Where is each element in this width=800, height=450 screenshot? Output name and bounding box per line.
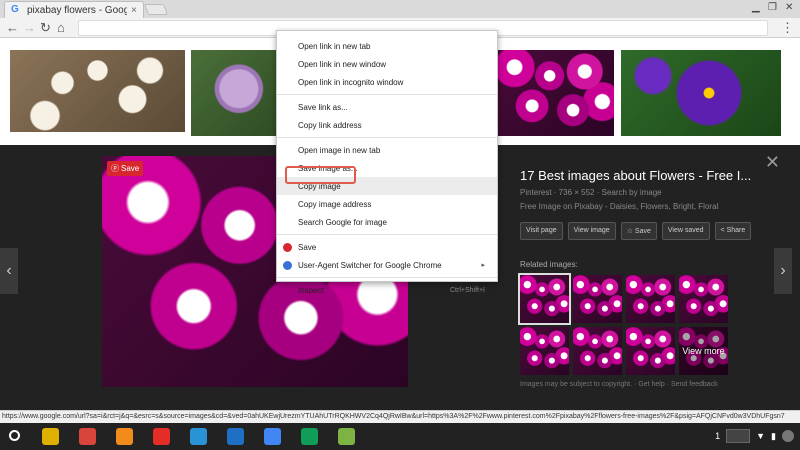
android-app-icon[interactable] [338, 428, 355, 445]
context-menu-item[interactable]: Open link in new tab [277, 37, 497, 55]
context-menu: Open link in new tab Open link in new win… [276, 30, 498, 295]
result-thumbnail[interactable] [191, 50, 278, 136]
result-meta: Pinterest · 736 × 552 · Search by image [520, 188, 662, 197]
related-image[interactable] [626, 327, 675, 375]
status-bar-url: https://www.google.com/url?sa=i&rct=j&q=… [0, 410, 800, 423]
back-icon[interactable]: ← [6, 20, 19, 35]
related-image[interactable] [626, 275, 675, 323]
tab-title: pixabay flowers - Google [27, 4, 127, 16]
close-window-icon[interactable]: ✕ [785, 2, 793, 13]
os-shelf: 1 ▼ ▮ [0, 423, 800, 450]
copy-image-highlight [285, 166, 356, 184]
wifi-icon: ▼ [756, 431, 766, 441]
related-image[interactable] [573, 327, 622, 375]
view-more-label: View more [679, 327, 728, 375]
maximize-icon[interactable]: ❐ [768, 2, 777, 13]
browser-tab[interactable]: G pixabay flowers - Google × [4, 1, 144, 18]
launcher-icon[interactable] [9, 430, 20, 441]
context-menu-item[interactable]: Search Google for image [277, 213, 497, 231]
new-tab-button[interactable] [143, 4, 169, 15]
context-menu-item-label: Open link in incognito window [298, 77, 404, 87]
pinterest-save-badge[interactable]: ⓟ Save [107, 161, 144, 176]
youtube-icon[interactable] [153, 428, 170, 445]
view-saved-button[interactable]: View saved [661, 222, 710, 240]
reload-icon[interactable]: ↻ [40, 20, 51, 36]
view-more-tile[interactable]: View more [679, 327, 728, 375]
globe-icon [283, 260, 292, 270]
context-menu-item-label: Save [298, 242, 317, 252]
context-menu-item[interactable]: Copy link address [277, 116, 497, 134]
shortcut-hint: Ctrl+Shift+I [449, 286, 485, 294]
menu-separator [277, 94, 497, 95]
context-menu-item[interactable]: Open image in new tab [277, 141, 497, 159]
result-thumbnail[interactable] [621, 50, 781, 136]
related-image[interactable] [518, 273, 571, 325]
related-images-label: Related images: [520, 260, 578, 269]
context-menu-item-label: User-Agent Switcher for Google Chrome [298, 260, 442, 270]
context-menu-item-label: Save link as... [298, 102, 348, 112]
copyright-footer: Images may be subject to copyright. · Ge… [520, 381, 718, 388]
result-thumbnail[interactable] [10, 50, 185, 132]
tab-strip: G pixabay flowers - Google × ▁ ❐ ✕ [0, 0, 800, 18]
context-menu-item-label: Open link in new window [298, 59, 387, 69]
result-details: 17 Best images about Flowers - Free I...… [518, 168, 780, 388]
result-action-buttons: Visit page View image ☆ Save View saved … [520, 222, 780, 240]
home-icon[interactable]: ⌂ [57, 20, 65, 35]
system-tray[interactable]: 1 ▼ ▮ [715, 429, 794, 443]
submenu-arrow-icon: ▸ [481, 262, 485, 269]
context-menu-item[interactable]: User-Agent Switcher for Google Chrome ▸ [277, 256, 497, 274]
onedrive-icon[interactable] [227, 428, 244, 445]
share-button[interactable]: < Share [714, 222, 752, 240]
related-images-grid: View more [518, 273, 780, 375]
avatar [782, 430, 794, 442]
forward-icon[interactable]: → [23, 20, 36, 35]
menu-separator [277, 137, 497, 138]
previous-image-arrow-icon[interactable]: ‹ [0, 248, 18, 294]
play-music-icon[interactable] [116, 428, 133, 445]
related-image[interactable] [520, 327, 569, 375]
context-menu-item[interactable]: Open link in new window [277, 55, 497, 73]
context-menu-item[interactable]: Save [277, 238, 497, 256]
docs-icon[interactable] [264, 428, 281, 445]
minimize-icon[interactable]: ▁ [752, 2, 760, 13]
result-description: Free Image on Pixabay - Daisies, Flowers… [520, 202, 719, 211]
related-image[interactable] [679, 275, 728, 323]
google-favicon-icon: G [11, 4, 19, 15]
visit-page-button[interactable]: Visit page [520, 222, 563, 240]
context-menu-item[interactable]: Copy image address [277, 195, 497, 213]
context-menu-item-label: Inspect [298, 285, 324, 295]
view-image-button[interactable]: View image [567, 222, 616, 240]
context-menu-item-label: Open link in new tab [298, 41, 371, 51]
context-menu-item[interactable]: Save link as... [277, 98, 497, 116]
chrome-menu-icon[interactable]: ⋮ [781, 20, 794, 36]
save-button[interactable]: ☆ Save [620, 222, 657, 240]
context-menu-item-label: Open image in new tab [298, 145, 381, 155]
context-menu-item-label: Search Google for image [298, 217, 387, 227]
ime-indicator [726, 429, 751, 443]
result-title[interactable]: 17 Best images about Flowers - Free I... [520, 168, 780, 183]
related-image[interactable] [573, 275, 622, 323]
context-menu-item-label: Copy link address [298, 120, 362, 130]
save-badge-label: Save [121, 164, 140, 173]
context-menu-item-label: Copy image address [298, 199, 372, 209]
sheets-icon[interactable] [301, 428, 318, 445]
menu-separator [277, 234, 497, 235]
battery-icon: ▮ [771, 430, 776, 441]
chrome-icon[interactable] [42, 428, 59, 445]
menu-separator [277, 277, 497, 278]
gmail-icon[interactable] [79, 428, 96, 445]
result-thumbnail[interactable] [497, 50, 614, 136]
pinterest-icon: ⓟ [111, 164, 119, 173]
camera-icon[interactable] [190, 428, 207, 445]
context-menu-item[interactable]: Open link in incognito window [277, 73, 497, 91]
pinterest-icon [283, 242, 292, 252]
notification-count: 1 [715, 431, 721, 441]
context-menu-item[interactable]: Inspect Ctrl+Shift+I [277, 281, 497, 299]
tab-close-icon[interactable]: × [131, 5, 137, 16]
